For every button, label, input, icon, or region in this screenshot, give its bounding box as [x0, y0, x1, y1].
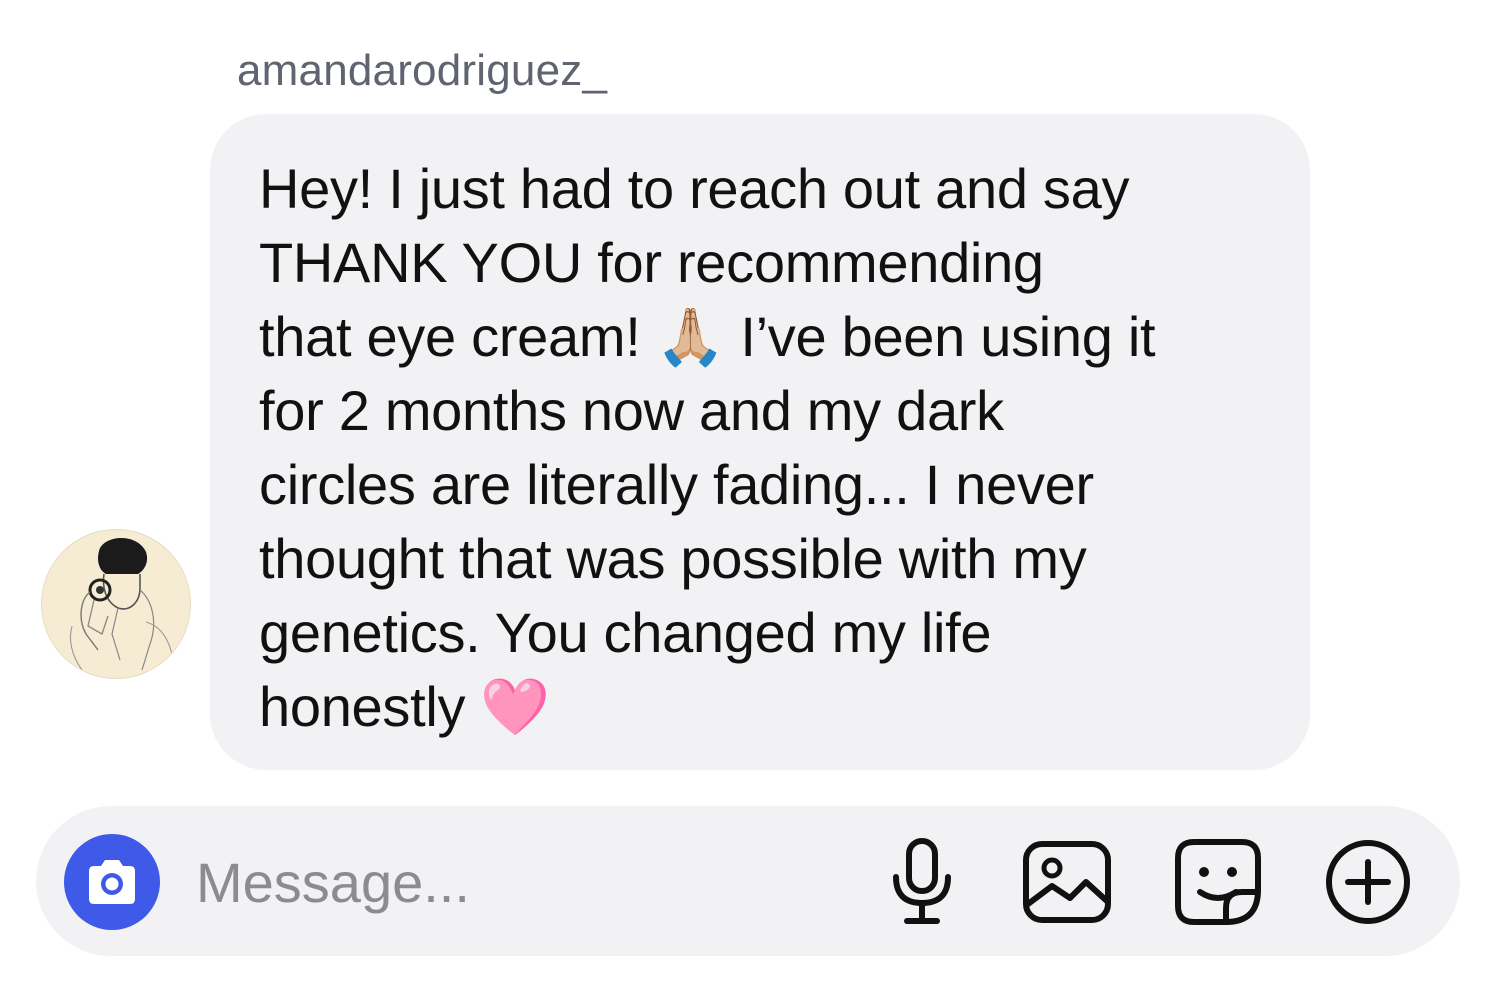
incoming-message-row: Hey! I just had to reach out and say THA… — [40, 114, 1320, 774]
sender-username[interactable]: amandarodriguez_ — [237, 46, 607, 96]
image-gallery-icon — [1023, 841, 1111, 923]
message-bubble[interactable]: Hey! I just had to reach out and say THA… — [210, 114, 1310, 770]
sketch-portrait-icon — [69, 537, 173, 671]
message-text: Hey! I just had to reach out and say THA… — [259, 157, 1156, 738]
camera-icon — [89, 860, 135, 904]
sticker-icon — [1175, 839, 1261, 925]
message-composer — [36, 806, 1460, 956]
voice-message-button[interactable] — [876, 836, 968, 928]
sticker-button[interactable] — [1172, 836, 1264, 928]
sender-avatar[interactable] — [41, 529, 191, 679]
chat-screen: amandarodriguez_ Hey! I just had to reac… — [0, 0, 1500, 1000]
gallery-button[interactable] — [1021, 836, 1113, 928]
plus-circle-icon — [1326, 840, 1410, 924]
microphone-icon — [893, 838, 951, 924]
more-options-button[interactable] — [1322, 836, 1414, 928]
message-input[interactable] — [196, 846, 836, 918]
camera-button[interactable] — [64, 834, 160, 930]
